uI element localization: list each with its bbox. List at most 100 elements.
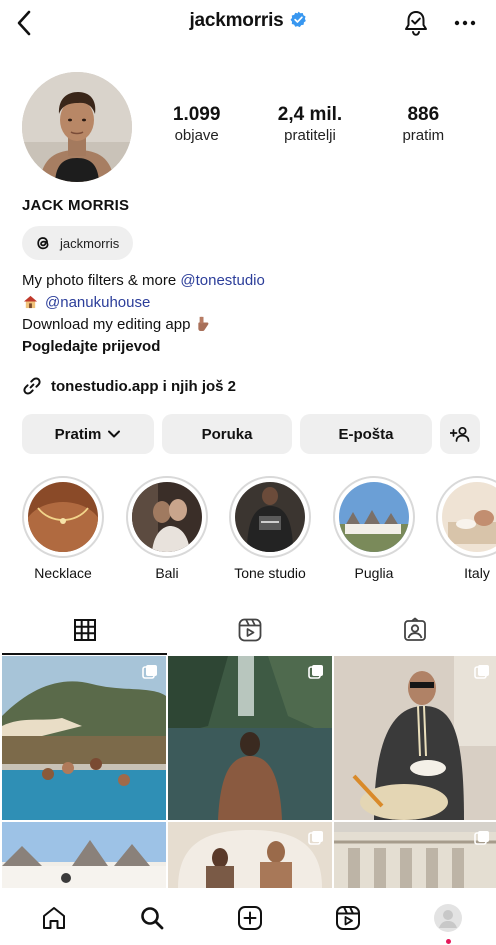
followers-count[interactable]: 2,4 mil. pratitelji: [253, 104, 366, 145]
post-image: [334, 822, 496, 888]
post-image: [334, 656, 496, 820]
post-image: [2, 656, 166, 820]
post-thumbnail[interactable]: [2, 822, 166, 888]
bio-text: Download my editing app: [22, 316, 191, 333]
external-links[interactable]: tonestudio.app i njih još 2: [22, 376, 236, 396]
highlight-label: Tone studio: [234, 565, 306, 581]
multiple-photos-icon: [474, 831, 489, 845]
highlight-label: Italy: [464, 565, 490, 581]
stat-label: pratitelji: [284, 127, 336, 144]
post-thumbnail[interactable]: [168, 656, 332, 820]
post-thumbnail[interactable]: [334, 656, 496, 820]
more-dots-icon: [454, 20, 476, 26]
profile-tabs: [0, 606, 496, 654]
grid-icon: [73, 619, 96, 641]
message-button[interactable]: Poruka: [162, 414, 292, 454]
profile-actions: Pratim Poruka E-pošta: [22, 414, 480, 454]
add-person-icon: [450, 426, 470, 442]
post-thumbnail[interactable]: [2, 656, 166, 820]
bio-line-2: @nanukuhouse: [22, 292, 472, 314]
link-text: tonestudio.app i njih još 2: [51, 377, 237, 395]
threads-badge[interactable]: jackmorris: [22, 226, 134, 260]
highlight-item[interactable]: Tone studio: [225, 476, 315, 581]
bio-text: My photo filters & more: [22, 272, 181, 289]
search-icon: [141, 907, 164, 930]
link-icon: [23, 377, 41, 395]
highlight-ring: [229, 476, 311, 558]
tagged-icon: [403, 617, 426, 641]
highlight-item[interactable]: Puglia: [329, 476, 419, 581]
highlight-cover: [442, 482, 496, 552]
highlight-cover: [132, 482, 202, 552]
suggested-users-button[interactable]: [440, 414, 480, 454]
multiple-photos-icon: [474, 665, 489, 679]
highlight-ring: [436, 476, 496, 558]
mention-link[interactable]: @nanukuhouse: [45, 294, 150, 311]
highlight-ring: [333, 476, 415, 558]
profile-avatar[interactable]: [22, 72, 132, 182]
highlight-item[interactable]: Italy: [432, 476, 496, 581]
profile-avatar-icon: [434, 904, 462, 932]
following-button[interactable]: Pratim: [22, 414, 154, 454]
translate-link[interactable]: Pogledajte prijevod: [22, 336, 472, 358]
email-label: E-pošta: [338, 425, 394, 443]
chevron-down-icon: [108, 430, 121, 438]
threads-icon: [37, 237, 49, 250]
nav-reels[interactable]: [330, 900, 366, 936]
pointing-down-emoji-icon: [198, 316, 209, 332]
active-tab-indicator: [2, 653, 167, 655]
house-emoji-icon: [23, 295, 38, 309]
post-thumbnail[interactable]: [334, 822, 496, 888]
multiple-photos-icon: [308, 831, 323, 845]
highlight-ring: [22, 476, 104, 558]
stat-value: 886: [407, 104, 440, 125]
reels-icon: [238, 618, 261, 642]
nav-home[interactable]: [36, 900, 72, 936]
bottom-navigation: [0, 888, 496, 945]
bio-line-1: My photo filters & more @tonestudio: [22, 270, 472, 292]
post-thumbnail[interactable]: [168, 822, 332, 888]
highlight-label: Puglia: [354, 565, 394, 581]
profile-photo: [22, 72, 132, 182]
nav-profile[interactable]: [430, 900, 466, 936]
verified-badge-icon: [290, 11, 306, 28]
username: jackmorris: [189, 10, 284, 31]
multiple-photos-icon: [142, 665, 157, 679]
bell-icon: [405, 11, 427, 36]
profile-stats: 1.099 objave 2,4 mil. pratitelji 886 pra…: [140, 104, 480, 145]
posts-grid: [2, 656, 496, 888]
notifications-button[interactable]: [402, 8, 430, 38]
top-bar: jackmorris: [0, 0, 496, 48]
highlight-label: Necklace: [34, 565, 92, 581]
email-button[interactable]: E-pošta: [300, 414, 432, 454]
profile-bio: My photo filters & more @tonestudio @nan…: [22, 270, 472, 358]
tab-tagged[interactable]: [332, 606, 496, 654]
following-label: Pratim: [54, 425, 102, 443]
notification-dot: [446, 939, 451, 944]
multiple-photos-icon: [308, 665, 323, 679]
stat-label: pratim: [402, 127, 445, 144]
posts-count[interactable]: 1.099 objave: [140, 104, 253, 145]
create-icon: [238, 906, 262, 930]
more-options-button[interactable]: [450, 8, 480, 38]
highlight-item[interactable]: Necklace: [18, 476, 108, 581]
message-label: Poruka: [201, 425, 253, 443]
highlight-ring: [126, 476, 208, 558]
following-count[interactable]: 886 pratim: [367, 104, 480, 145]
highlight-item[interactable]: Bali: [122, 476, 212, 581]
highlight-label: Bali: [155, 565, 179, 581]
story-highlights: Necklace Bali Tone studio Puglia Italy: [18, 476, 496, 586]
highlight-cover: [28, 482, 98, 552]
tab-posts-grid[interactable]: [2, 606, 167, 654]
tab-reels[interactable]: [167, 606, 332, 654]
nav-create[interactable]: [232, 900, 268, 936]
threads-handle: jackmorris: [60, 235, 120, 251]
mention-link[interactable]: @tonestudio: [180, 272, 264, 289]
reels-icon: [336, 906, 360, 930]
highlight-cover: [339, 482, 409, 552]
stat-label: objave: [174, 127, 219, 144]
bio-line-3: Download my editing app: [22, 314, 472, 336]
nav-search[interactable]: [134, 900, 170, 936]
stat-value: 1.099: [172, 104, 221, 125]
post-image: [168, 656, 332, 820]
